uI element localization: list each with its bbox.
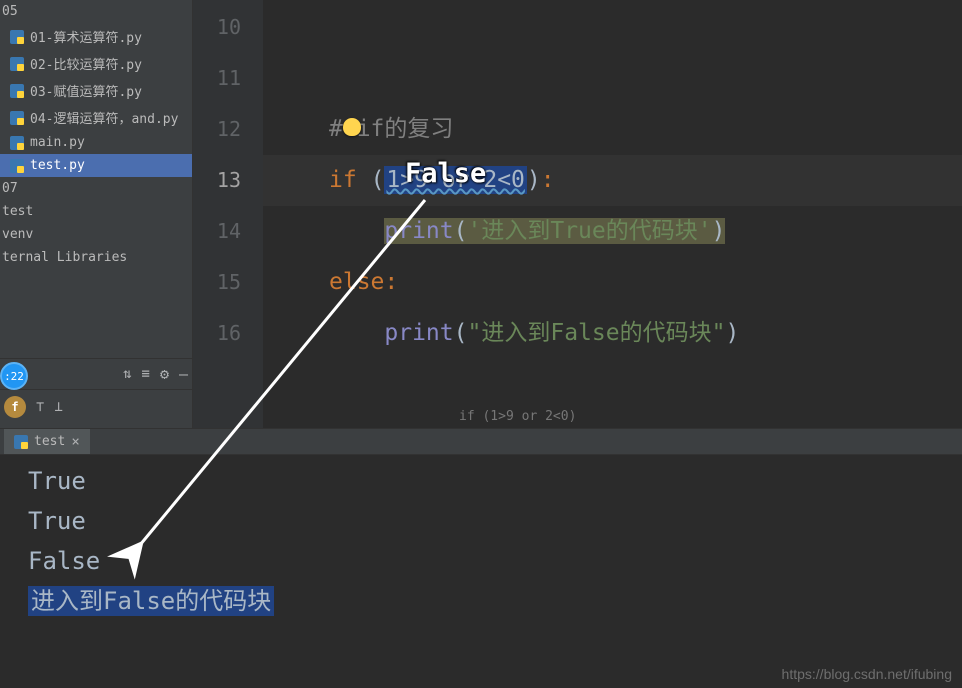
python-icon xyxy=(10,57,24,71)
python-icon xyxy=(10,136,24,150)
folder-05[interactable]: 05 xyxy=(0,0,192,23)
structure-row2: f ⊤ ⊥ xyxy=(0,389,192,428)
line-number: 14 xyxy=(193,206,263,257)
python-icon xyxy=(10,111,24,125)
notification-badge[interactable]: :22 xyxy=(0,362,28,390)
project-sidebar: 05 01-算术运算符.py 02-比较运算符.py 03-赋值运算符.py 0… xyxy=(0,0,193,428)
watermark: https://blog.csdn.net/ifubing xyxy=(782,666,952,682)
file-label: main.py xyxy=(30,135,85,150)
file-item-3[interactable]: 04-逻辑运算符，and.py xyxy=(0,104,192,131)
code-line-13: if (1>9 or 2<0): xyxy=(263,155,962,206)
structure-toolbar: e ⇅ ≡ xyxy=(0,358,192,389)
line-number: 11 xyxy=(193,53,263,104)
console-line: 进入到False的代码块 xyxy=(28,581,962,621)
intention-bulb-icon[interactable] xyxy=(343,118,361,136)
sort-icon[interactable]: ⇅ xyxy=(123,366,131,382)
external-libraries[interactable]: ternal Libraries xyxy=(0,246,192,269)
run-tab-test[interactable]: test × xyxy=(4,429,90,454)
python-icon xyxy=(10,84,24,98)
collapse-icon[interactable] xyxy=(179,365,188,383)
folder-venv[interactable]: venv xyxy=(0,223,192,246)
line-number: 15 xyxy=(193,257,263,308)
console-line: True xyxy=(28,501,962,541)
python-icon xyxy=(10,159,24,173)
filter-icon[interactable]: ≡ xyxy=(142,366,150,382)
code-line-10 xyxy=(263,2,962,53)
gear-icon[interactable] xyxy=(160,365,169,383)
file-item-2[interactable]: 03-赋值运算符.py xyxy=(0,77,192,104)
console-line: False xyxy=(28,541,962,581)
function-badge[interactable]: f xyxy=(4,396,26,418)
file-item-0[interactable]: 01-算术运算符.py xyxy=(0,23,192,50)
code-line-14: print('进入到True的代码块') xyxy=(263,206,962,257)
python-icon xyxy=(10,30,24,44)
folder-07[interactable]: 07 xyxy=(0,177,192,200)
line-number: 12 xyxy=(193,104,263,155)
close-icon[interactable]: × xyxy=(71,434,79,450)
console-output[interactable]: True True False 进入到False的代码块 xyxy=(0,455,962,688)
code-line-11 xyxy=(263,53,962,104)
gutter: 10 11 12 13 14 15 16 xyxy=(193,0,263,428)
line-number: 10 xyxy=(193,2,263,53)
collapse2-icon[interactable]: ⊥ xyxy=(54,399,62,415)
file-label: 03-赋值运算符.py xyxy=(30,81,142,100)
file-label: test.py xyxy=(30,158,85,173)
code-line-12: # if的复习 xyxy=(263,104,962,155)
file-item-1[interactable]: 02-比较运算符.py xyxy=(0,50,192,77)
file-label: 04-逻辑运算符，and.py xyxy=(30,108,178,127)
code-area[interactable]: # if的复习 if (1>9 or 2<0): print('进入到True的… xyxy=(263,0,962,428)
file-item-5[interactable]: test.py xyxy=(0,154,192,177)
code-line-15: else: xyxy=(263,257,962,308)
folder-test[interactable]: test xyxy=(0,200,192,223)
run-tab-label: test xyxy=(34,434,65,449)
expand-icon[interactable]: ⊤ xyxy=(36,399,44,415)
file-tree: 05 01-算术运算符.py 02-比较运算符.py 03-赋值运算符.py 0… xyxy=(0,0,192,269)
console-line: True xyxy=(28,461,962,501)
code-editor[interactable]: 10 11 12 13 14 15 16 # if的复习 if (1>9 or … xyxy=(193,0,962,428)
python-icon xyxy=(14,435,28,449)
line-number: 16 xyxy=(193,308,263,359)
code-line-16: print("进入到False的代码块") xyxy=(263,308,962,359)
line-number: 13 xyxy=(193,155,263,206)
file-label: 02-比较运算符.py xyxy=(30,54,142,73)
breadcrumb[interactable]: if (1>9 or 2<0) xyxy=(451,405,584,428)
run-tab-bar: test × xyxy=(0,428,962,455)
file-label: 01-算术运算符.py xyxy=(30,27,142,46)
file-item-4[interactable]: main.py xyxy=(0,131,192,154)
